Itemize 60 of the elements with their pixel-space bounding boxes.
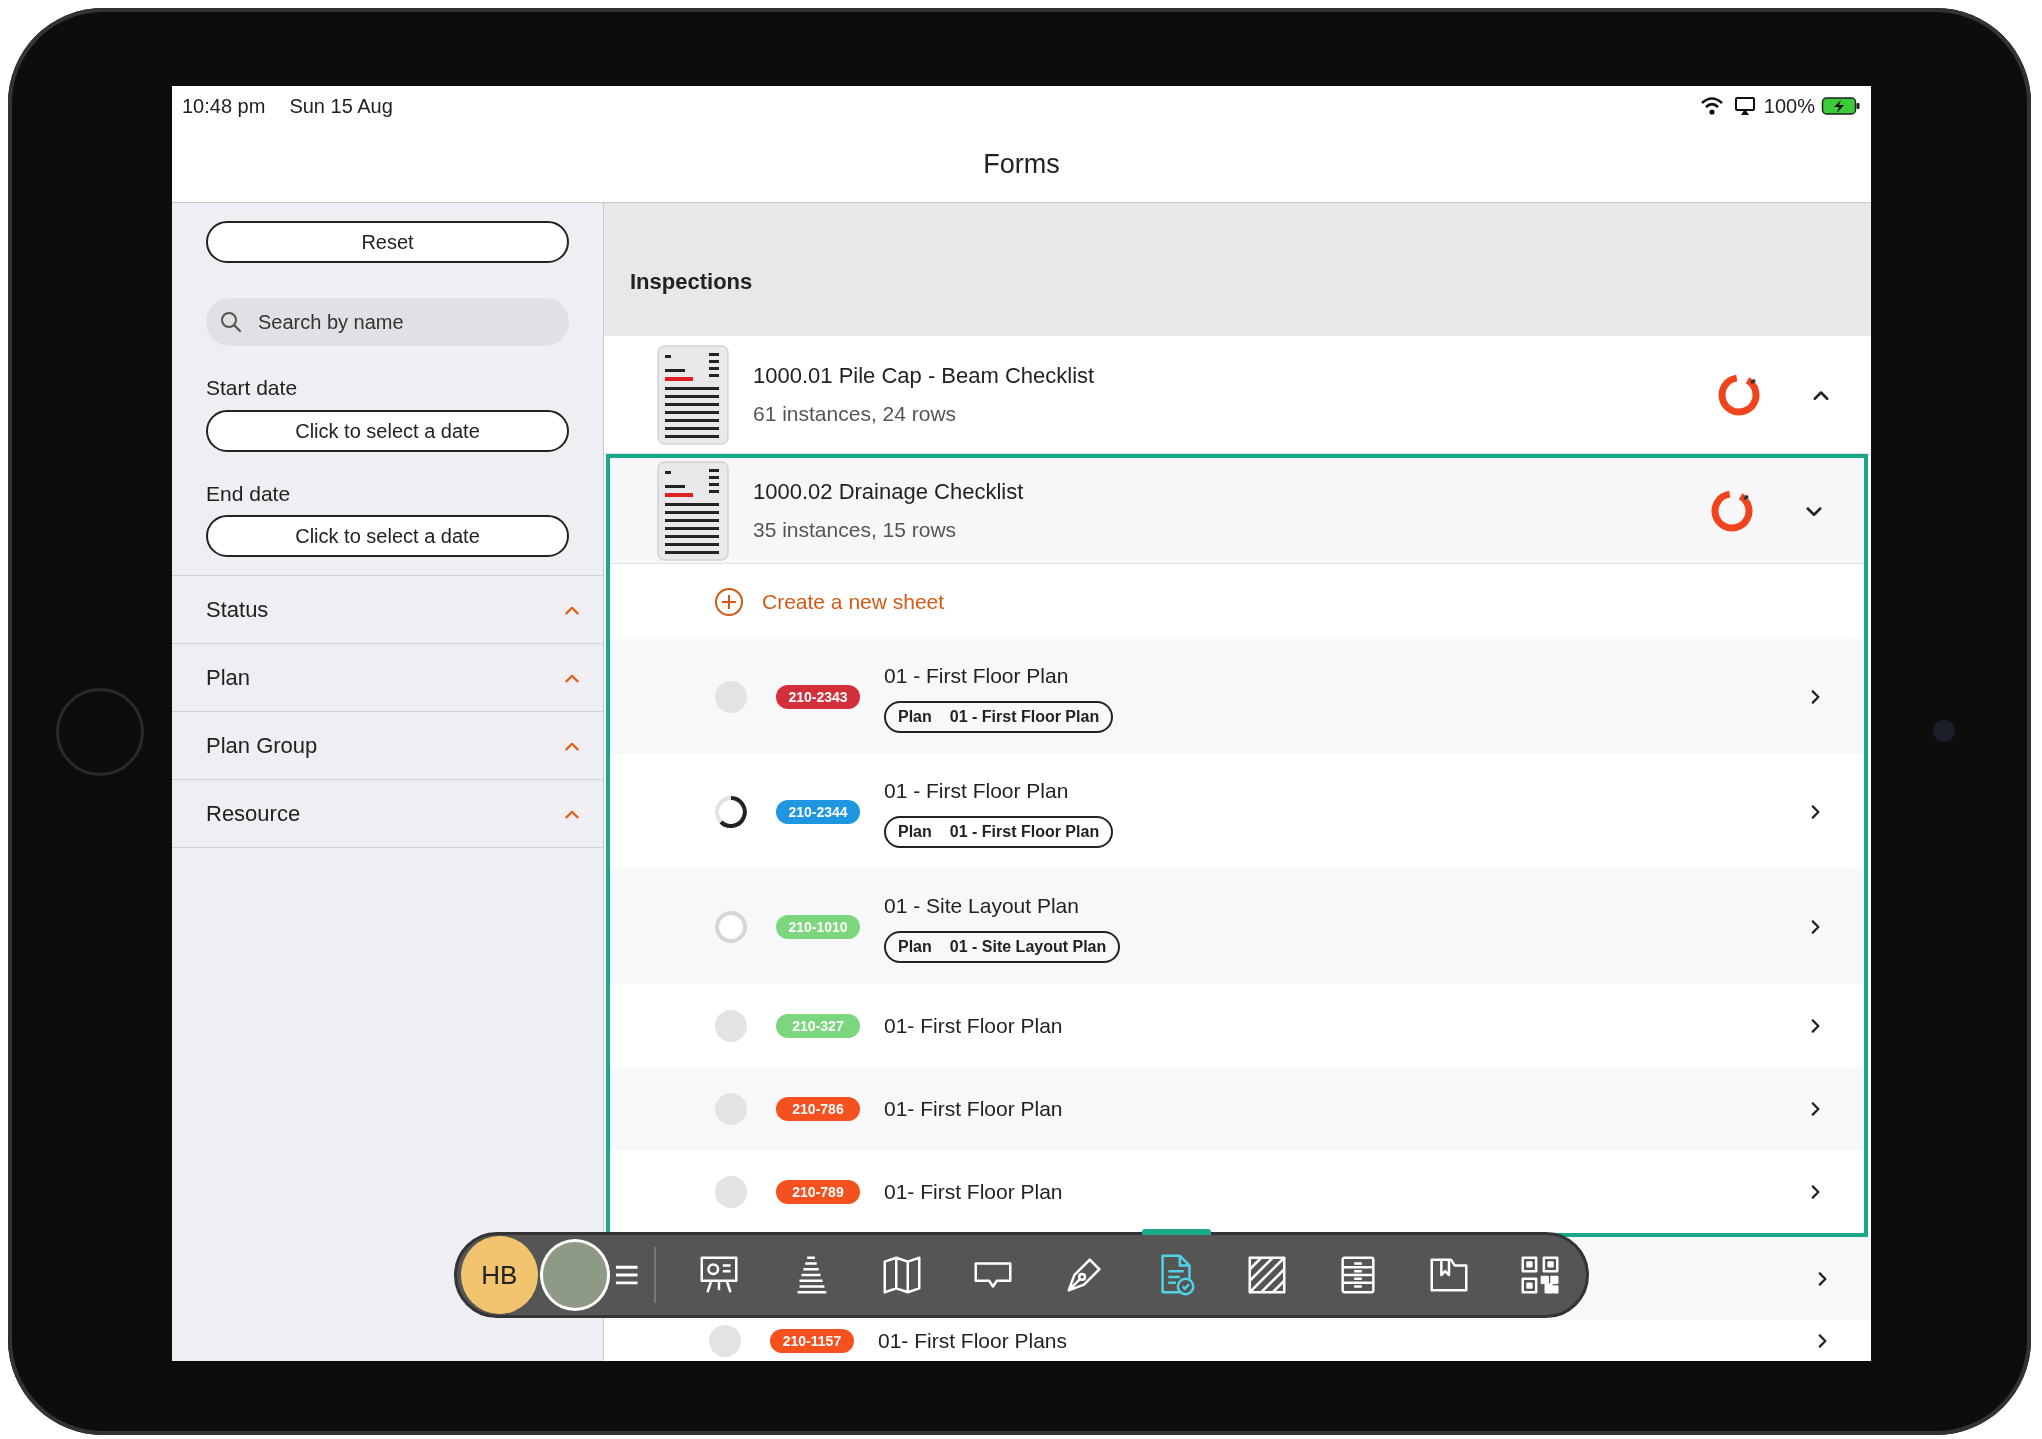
user-avatar[interactable]: HB bbox=[461, 1236, 538, 1314]
wifi-icon bbox=[1699, 96, 1724, 116]
sheet-row[interactable]: 210-1010 01 - Site Layout Plan Plan 01 - Site Layout Plan bbox=[610, 869, 1864, 984]
sheet-row[interactable]: 210-789 01- First Floor Plan bbox=[610, 1150, 1864, 1233]
form-title: 1000.02 Drainage Checklist bbox=[753, 478, 1025, 507]
sheet-row[interactable]: 210-2343 01 - First Floor Plan Plan 01 - First Floor Plan bbox=[610, 639, 1864, 754]
date-label: End date bbox=[206, 480, 292, 507]
sheet-title: 01 - First Floor Plan bbox=[884, 662, 1069, 689]
page-title: Forms bbox=[983, 147, 1060, 181]
add-icon[interactable] bbox=[714, 586, 744, 617]
sheet-id-tag: 210-786 bbox=[776, 1096, 860, 1121]
sheet-title: 01- First Floor Plan bbox=[884, 1178, 1063, 1205]
selected-indicator bbox=[1141, 1229, 1211, 1235]
filter-label: Status bbox=[206, 596, 269, 624]
sheet-title: 01 - First Floor Plan bbox=[884, 777, 1069, 804]
sheet-row[interactable]: 210-1157 01- First Floor Plans bbox=[604, 1320, 1871, 1361]
reset-button[interactable]: Reset bbox=[206, 221, 569, 263]
sheet-row[interactable]: 210-786 01- First Floor Plan bbox=[610, 1067, 1864, 1150]
section-title: Inspections bbox=[630, 268, 753, 296]
sheet-id-tag: 210-2344 bbox=[776, 799, 860, 824]
status-dot bbox=[708, 1324, 742, 1358]
status-ring bbox=[714, 909, 748, 944]
status-dot bbox=[714, 1008, 748, 1043]
status-dot bbox=[714, 1174, 748, 1209]
battery-percent: 100% bbox=[1763, 94, 1815, 119]
status-time: 10:48 pm bbox=[182, 94, 266, 119]
progress-ring-icon bbox=[714, 794, 748, 829]
create-sheet-link[interactable]: Create a new sheet bbox=[762, 585, 945, 618]
filter-label: Plan Group bbox=[206, 732, 318, 760]
checklist-document-icon bbox=[657, 344, 729, 445]
sheet-id-tag: 210-1010 bbox=[776, 914, 860, 939]
sheet-id-tag: 210-327 bbox=[776, 1013, 860, 1038]
form-row[interactable]: 1000.02 Drainage Checklist 35 instances, 15 rows bbox=[610, 458, 1864, 564]
screen-mirroring-icon bbox=[1733, 96, 1756, 116]
sheet-id-tag: 210-2343 bbox=[776, 684, 860, 709]
date-label: Start date bbox=[206, 375, 299, 401]
plan-tag: Plan 01 - First Floor Plan bbox=[884, 816, 1114, 849]
date-picker-button[interactable]: Click to select a date bbox=[206, 409, 569, 452]
sheet-title: 01- First Floor Plan bbox=[884, 1095, 1063, 1122]
sheet-id-tag: 210-1157 bbox=[770, 1329, 854, 1353]
filter-label: Plan bbox=[206, 664, 251, 692]
plan-tag: Plan 01 - First Floor Plan bbox=[884, 701, 1114, 734]
sheet-row[interactable]: 210-327 01- First Floor Plan bbox=[610, 984, 1864, 1067]
sheet-title: 01- First Floor Plans bbox=[878, 1328, 1068, 1355]
status-date: Sun 15 Aug bbox=[289, 94, 393, 119]
search-field[interactable]: Search by name bbox=[206, 298, 569, 346]
plan-tag: Plan 01 - Site Layout Plan bbox=[884, 931, 1121, 964]
checklist-document-icon bbox=[657, 460, 729, 561]
sheet-title: 01- First Floor Plan bbox=[884, 1012, 1063, 1039]
battery-charging-icon bbox=[1821, 96, 1861, 116]
filter-label: Resource bbox=[206, 800, 301, 828]
sheet-title: 01 - Site Layout Plan bbox=[884, 892, 1079, 919]
form-title: 1000.01 Pile Cap - Beam Checklist bbox=[753, 362, 1096, 391]
date-picker-button[interactable]: Click to select a date bbox=[206, 515, 569, 557]
sheet-id-tag: 210-789 bbox=[776, 1179, 860, 1204]
camera-dot bbox=[1933, 720, 1955, 742]
sheet-row[interactable]: 210-2344 01 - First Floor Plan Plan 01 - First Floor Plan bbox=[610, 754, 1864, 869]
form-subtitle: 61 instances, 24 rows bbox=[753, 401, 958, 428]
menu-icon[interactable] bbox=[614, 1264, 640, 1286]
form-subtitle: 35 instances, 15 rows bbox=[753, 517, 958, 544]
